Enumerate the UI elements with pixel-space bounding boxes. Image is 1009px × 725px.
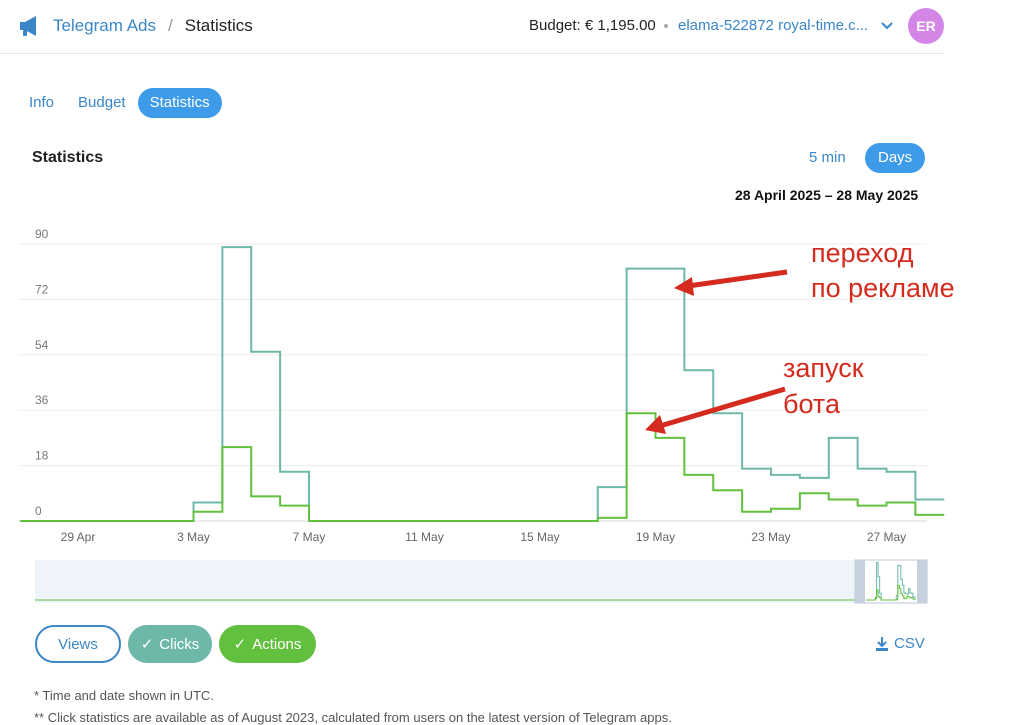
y-tick-label: 0 [35, 504, 42, 518]
x-tick-label: 29 Apr [61, 530, 96, 544]
annotation-ad-click: переход по рекламе [674, 238, 955, 303]
annotation-bot-start: запуск бота [645, 353, 864, 434]
check-icon: ✓ [233, 636, 247, 653]
annotation-line: по рекламе [811, 273, 955, 303]
top-bar: Telegram Ads / Statistics Budget: € 1,19… [0, 0, 944, 54]
csv-download-link[interactable]: CSV [875, 635, 925, 652]
statistics-chart[interactable]: 0 18 36 54 72 90 29 Apr 3 May 7 May 11 May 15 May… [0, 200, 1009, 610]
tab-bar: Info Budget Statistics [17, 88, 222, 118]
tab-statistics[interactable]: Statistics [137, 88, 222, 118]
x-tick-label: 11 May [405, 530, 443, 544]
views-toggle-button[interactable]: Views [35, 625, 121, 663]
csv-label: CSV [894, 635, 925, 652]
y-tick-label: 54 [35, 338, 49, 352]
download-icon [876, 637, 888, 651]
interval-days-button[interactable]: Days [865, 143, 926, 173]
x-tick-label: 7 May [293, 530, 326, 544]
annotation-line: запуск [783, 353, 864, 383]
series-line-clicks [20, 246, 945, 522]
views-label: Views [58, 635, 98, 653]
range-navigator[interactable] [35, 560, 927, 603]
x-tick-label: 3 May [177, 530, 210, 544]
arrow-line [687, 269, 788, 289]
tab-info[interactable]: Info [17, 88, 66, 118]
avatar[interactable]: ER [908, 8, 944, 44]
x-tick-label: 15 May [520, 530, 559, 544]
series-line-actions [20, 412, 945, 522]
chart-series [20, 246, 945, 522]
arrow-line [659, 386, 786, 429]
statistics-title: Statistics [32, 149, 104, 166]
breadcrumb-separator: / [168, 16, 173, 35]
clicks-toggle-button[interactable]: ✓ Clicks [128, 625, 212, 663]
check-icon: ✓ [140, 636, 154, 653]
x-tick-label: 27 May [867, 530, 906, 544]
breadcrumb-current: Statistics [184, 16, 253, 35]
x-tick-label: 23 May [751, 530, 790, 544]
navigator-left-handle[interactable] [855, 560, 865, 603]
clicks-label: Clicks [159, 635, 200, 653]
actions-label: Actions [252, 635, 302, 653]
navigator-right-handle[interactable] [917, 560, 927, 603]
tab-budget[interactable]: Budget [66, 88, 138, 118]
interval-5min-button[interactable]: 5 min [797, 143, 858, 173]
chevron-down-icon[interactable] [880, 21, 894, 31]
y-tick-label: 72 [35, 282, 49, 296]
budget-label: Budget: € 1,195.00 [529, 17, 656, 34]
utc-note: * Time and date shown in UTC. [34, 688, 214, 703]
y-axis-labels: 0 18 36 54 72 90 [35, 227, 49, 518]
navigator-window[interactable] [854, 559, 928, 604]
megaphone-icon [20, 16, 36, 36]
brand[interactable]: Telegram Ads / Statistics [18, 14, 253, 38]
x-tick-label: 19 May [636, 530, 675, 544]
y-tick-label: 36 [35, 393, 49, 407]
actions-toggle-button[interactable]: ✓ Actions [219, 625, 316, 663]
y-tick-label: 90 [35, 227, 49, 241]
separator-dot [664, 24, 668, 28]
annotation-line: бота [783, 389, 841, 419]
x-axis-labels: 29 Apr 3 May 7 May 11 May 15 May 19 May 23 May… [61, 530, 907, 544]
annotation-line: переход [811, 238, 914, 268]
y-tick-label: 18 [35, 449, 49, 463]
app-name-link[interactable]: Telegram Ads [53, 16, 156, 36]
account-selector[interactable]: elama-522872 royal-time.c... [678, 17, 868, 34]
